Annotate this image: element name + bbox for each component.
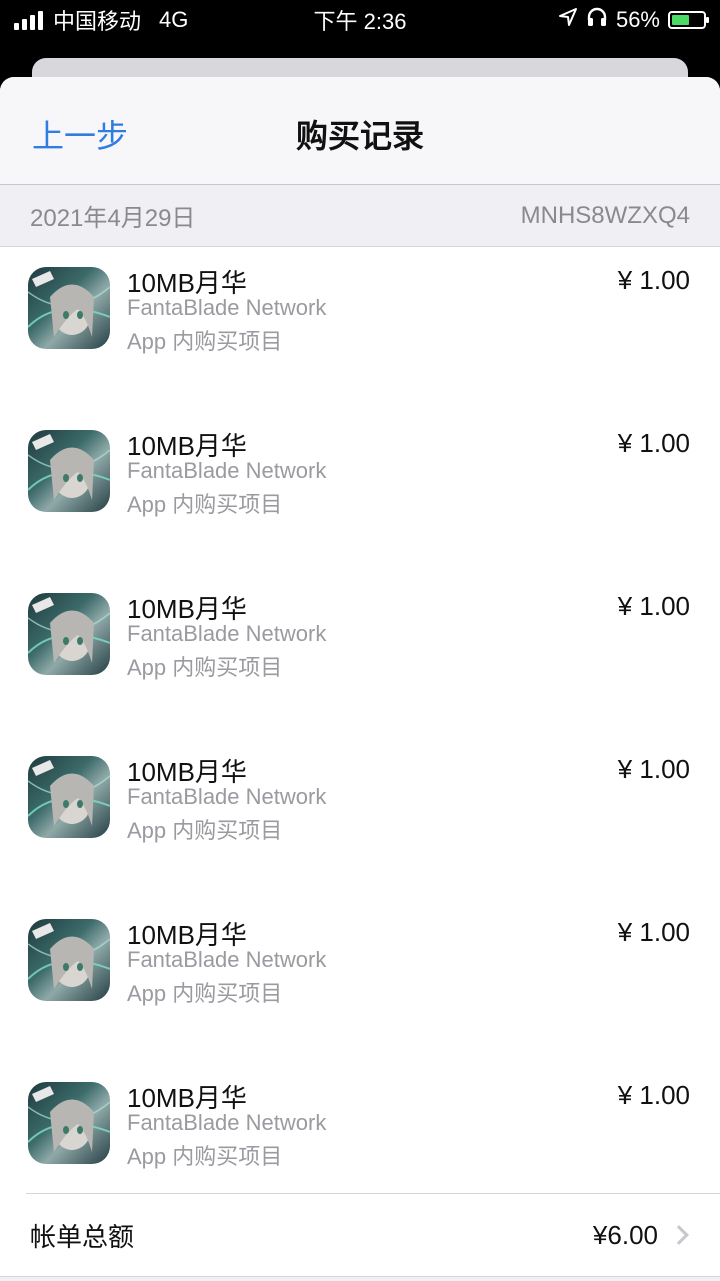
item-developer: FantaBlade Network bbox=[127, 1110, 327, 1135]
item-type: App 内购买项目 bbox=[127, 1144, 283, 1169]
app-icon bbox=[28, 430, 110, 512]
navigation-bar: 上一步 购买记录 bbox=[0, 77, 720, 185]
chevron-right-icon bbox=[669, 1225, 689, 1245]
purchase-item-row[interactable]: 10MB月华 FantaBlade Network App 内购买项目 ¥ 1.00 bbox=[0, 247, 720, 410]
item-price: ¥ 1.00 bbox=[617, 754, 690, 784]
item-developer: FantaBlade Network bbox=[127, 295, 327, 320]
bill-total-row[interactable]: 帐单总额 ¥6.00 bbox=[0, 1194, 720, 1276]
battery-charging-icon bbox=[668, 11, 709, 29]
item-type: App 内购买项目 bbox=[127, 492, 283, 517]
item-developer: FantaBlade Network bbox=[127, 621, 327, 646]
signal-icon bbox=[14, 10, 43, 30]
bill-total-value: ¥6.00 bbox=[592, 1219, 658, 1250]
bottom-band bbox=[0, 1276, 720, 1281]
carrier-label: 中国移动 bbox=[53, 9, 142, 34]
headphones-icon bbox=[586, 7, 608, 33]
app-icon bbox=[28, 919, 110, 1001]
location-icon bbox=[558, 7, 578, 33]
purchase-item-row[interactable]: 10MB月华 FantaBlade Network App 内购买项目 ¥ 1.00 bbox=[0, 410, 720, 573]
purchase-item-row[interactable]: 10MB月华 FantaBlade Network App 内购买项目 ¥ 1.00 bbox=[0, 899, 720, 1062]
purchase-item-row[interactable]: 10MB月华 FantaBlade Network App 内购买项目 ¥ 1.00 bbox=[0, 736, 720, 899]
status-left: 中国移动 4G bbox=[14, 4, 558, 36]
page-title: 购买记录 bbox=[295, 118, 424, 154]
purchase-list: 10MB月华 FantaBlade Network App 内购买项目 ¥ 1.00 1… bbox=[0, 247, 720, 1225]
app-icon bbox=[28, 1082, 110, 1164]
purchase-item-row[interactable]: 10MB月华 FantaBlade Network App 内购买项目 ¥ 1.00 bbox=[0, 573, 720, 736]
status-right: 56% bbox=[558, 7, 709, 33]
purchase-date: 2021年4月29日 bbox=[30, 205, 196, 232]
section-header: 2021年4月29日 MNHS8WZXQ4 bbox=[0, 185, 720, 247]
item-price: ¥ 1.00 bbox=[617, 1080, 690, 1110]
screen: 中国移动 4G 下午 2:36 56% 上一步 购买记录 2021年4月29日 … bbox=[0, 0, 720, 1281]
item-type: App 内购买项目 bbox=[127, 981, 283, 1006]
bill-total-right: ¥6.00 bbox=[593, 1220, 690, 1251]
item-developer: FantaBlade Network bbox=[127, 458, 327, 483]
item-developer: FantaBlade Network bbox=[127, 784, 327, 809]
order-id: MNHS8WZXQ4 bbox=[520, 201, 690, 229]
item-developer: FantaBlade Network bbox=[127, 947, 327, 972]
app-icon bbox=[28, 267, 110, 349]
item-price: ¥ 1.00 bbox=[617, 265, 690, 295]
item-price: ¥ 1.00 bbox=[617, 591, 690, 621]
app-icon bbox=[28, 593, 110, 675]
item-price: ¥ 1.00 bbox=[617, 917, 690, 947]
bill-total-label: 帐单总额 bbox=[30, 1221, 135, 1252]
item-price: ¥ 1.00 bbox=[617, 428, 690, 458]
item-type: App 内购买项目 bbox=[127, 329, 283, 354]
item-type: App 内购买项目 bbox=[127, 818, 283, 843]
purchase-history-sheet: 上一步 购买记录 2021年4月29日 MNHS8WZXQ4 10MB月华 Fan… bbox=[0, 77, 720, 1281]
item-type: App 内购买项目 bbox=[127, 655, 283, 680]
battery-level bbox=[672, 15, 689, 25]
status-bar: 中国移动 4G 下午 2:36 56% bbox=[0, 0, 720, 40]
battery-percent: 56% bbox=[615, 7, 660, 32]
network-label: 4G bbox=[159, 7, 189, 32]
app-icon bbox=[28, 756, 110, 838]
